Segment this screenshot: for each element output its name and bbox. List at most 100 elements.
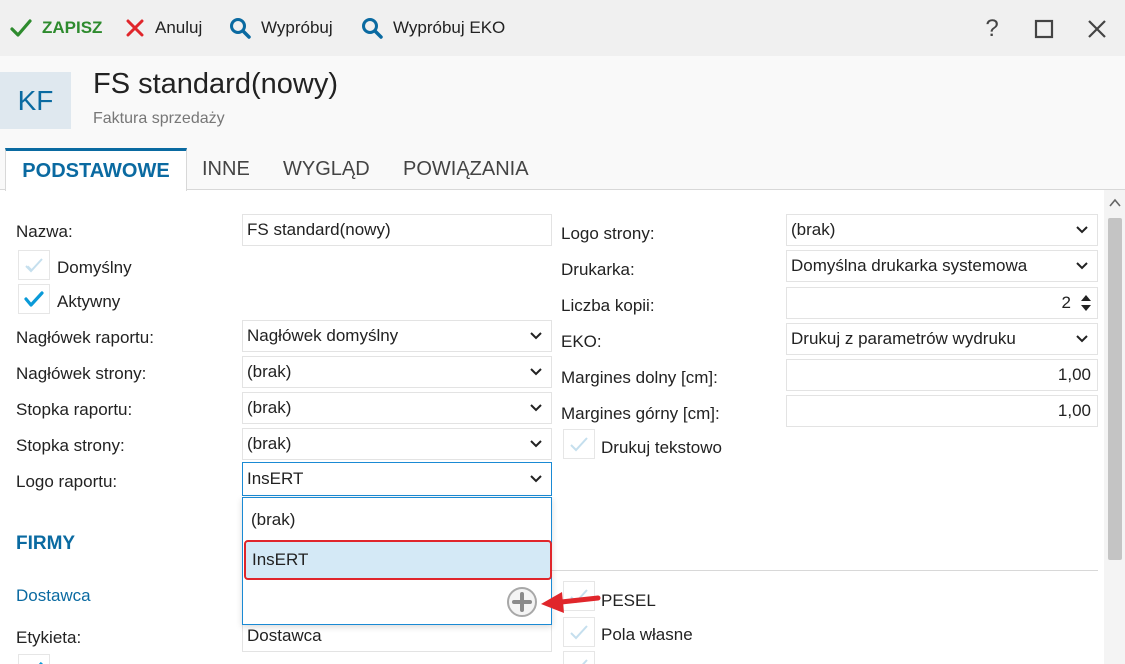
dropdown-option-brak[interactable]: (brak) — [245, 502, 551, 538]
help-button[interactable]: ? — [975, 12, 1009, 46]
margines-gorny-value: 1,00 — [1057, 401, 1091, 420]
chevron-down-icon — [530, 440, 542, 448]
close-window-button[interactable] — [1080, 12, 1114, 46]
drukuj-tekstowo-checkbox[interactable] — [563, 429, 595, 459]
chevron-down-icon — [1076, 262, 1088, 270]
logo-raportu-value: InsERT — [247, 469, 304, 488]
margines-dolny-label: Margines dolny [cm]: — [561, 368, 718, 387]
naglowek-raportu-value: Nagłówek domyślny — [247, 326, 399, 345]
try-eko-button[interactable]: Wypróbuj EKO — [361, 14, 505, 42]
liczba-kopii-label: Liczba kopii: — [561, 296, 655, 315]
page-subtitle: Faktura sprzedaży — [93, 110, 225, 127]
checkmark-icon — [38, 661, 44, 664]
chevron-down-icon — [530, 475, 542, 483]
eko-select[interactable]: Drukuj z parametrów wydruku — [786, 323, 1098, 355]
logo-strony-label: Logo strony: — [561, 224, 655, 243]
logo-raportu-dropdown: (brak) InsERT — [242, 497, 552, 625]
logo-raportu-select[interactable]: InsERT — [242, 462, 552, 496]
chevron-down-icon — [1076, 335, 1088, 343]
checkbox-partial[interactable] — [18, 654, 50, 664]
eko-value: Drukuj z parametrów wydruku — [791, 329, 1016, 348]
logo-strony-value: (brak) — [791, 220, 836, 239]
margines-dolny-value: 1,00 — [1057, 365, 1091, 384]
logo-raportu-label: Logo raportu: — [16, 472, 118, 491]
save-label: ZAPISZ — [42, 18, 103, 37]
pola-wlasne-checkbox[interactable] — [563, 617, 595, 647]
dropdown-option-insert[interactable]: InsERT — [244, 540, 552, 580]
pola-wlasne-label: Pola własne — [601, 625, 693, 644]
naglowek-strony-label: Nagłówek strony: — [16, 364, 147, 383]
maximize-icon — [1034, 19, 1054, 39]
aktywny-checkbox[interactable] — [18, 284, 50, 314]
pesel-checkbox[interactable] — [563, 581, 595, 611]
vertical-scrollbar[interactable] — [1104, 190, 1125, 664]
save-button[interactable]: ZAPISZ — [10, 14, 102, 42]
checkmark-icon — [24, 291, 44, 307]
tab-inne[interactable]: INNE — [194, 148, 258, 190]
maximize-button[interactable] — [1027, 12, 1061, 46]
nazwa-input[interactable]: FS standard(nowy) — [242, 214, 552, 246]
aktywny-label: Aktywny — [57, 292, 121, 311]
naglowek-raportu-select[interactable]: Nagłówek domyślny — [242, 320, 552, 352]
close-icon — [126, 19, 144, 37]
drukuj-tekstowo-label: Drukuj tekstowo — [601, 438, 722, 457]
try-label: Wypróbuj — [261, 18, 333, 37]
toolbar: ZAPISZ Anuluj Wypróbuj Wypróbuj EKO ? — [0, 0, 1125, 56]
margines-gorny-label: Margines górny [cm]: — [561, 404, 720, 423]
scroll-up-icon[interactable] — [1109, 198, 1121, 208]
margines-gorny-input[interactable]: 1,00 — [786, 395, 1098, 427]
add-icon[interactable] — [506, 586, 538, 618]
nazwa-label: Nazwa: — [16, 222, 73, 241]
stopka-raportu-value: (brak) — [247, 398, 292, 417]
section-title-firmy: FIRMY — [16, 533, 76, 554]
checkmark-icon — [570, 437, 588, 452]
domyslny-label: Domyślny — [57, 258, 132, 277]
checkmark-icon — [25, 258, 43, 273]
margines-dolny-input[interactable]: 1,00 — [786, 359, 1098, 391]
try-eko-label: Wypróbuj EKO — [393, 18, 506, 37]
drukarka-select[interactable]: Domyślna drukarka systemowa — [786, 250, 1098, 282]
scrollbar-thumb[interactable] — [1108, 218, 1122, 560]
document-header: KF FS standard(nowy) Faktura sprzedaży — [0, 56, 1125, 148]
drukarka-value: Domyślna drukarka systemowa — [791, 256, 1028, 275]
eko-label: EKO: — [561, 332, 602, 351]
tab-powiazania[interactable]: POWIĄZANIA — [395, 148, 537, 190]
chevron-down-icon — [530, 368, 542, 376]
checkbox-partial-right[interactable] — [563, 651, 595, 664]
domyslny-checkbox[interactable] — [18, 250, 50, 280]
stopka-strony-label: Stopka strony: — [16, 436, 125, 455]
help-icon: ? — [985, 15, 999, 42]
drukarka-label: Drukarka: — [561, 260, 635, 279]
naglowek-strony-select[interactable]: (brak) — [242, 356, 552, 388]
close-icon — [1088, 20, 1106, 38]
stopka-strony-value: (brak) — [247, 434, 292, 453]
checkmark-icon — [570, 589, 588, 604]
chevron-down-icon — [530, 404, 542, 412]
pesel-label: PESEL — [601, 591, 656, 610]
chevron-down-icon — [1076, 226, 1088, 234]
naglowek-raportu-label: Nagłówek raportu: — [16, 328, 154, 347]
checkmark-icon — [10, 19, 32, 37]
naglowek-strony-value: (brak) — [247, 362, 292, 381]
stopka-strony-select[interactable]: (brak) — [242, 428, 552, 460]
search-icon — [362, 18, 383, 39]
liczba-kopii-stepper[interactable]: 2 — [786, 287, 1098, 319]
logo-strony-select[interactable]: (brak) — [786, 214, 1098, 246]
etykieta-label: Etykieta: — [16, 628, 82, 647]
etykieta-value: Dostawca — [247, 626, 322, 645]
stopka-raportu-select[interactable]: (brak) — [242, 392, 552, 424]
liczba-kopii-value: 2 — [1061, 293, 1071, 312]
dostawca-label: Dostawca — [16, 586, 91, 605]
search-icon — [230, 18, 251, 39]
checkmark-icon — [570, 625, 588, 640]
checkmark-icon — [581, 659, 588, 664]
cancel-label: Anuluj — [155, 18, 203, 37]
page-title: FS standard(nowy) — [93, 68, 338, 100]
tab-wyglad[interactable]: WYGLĄD — [275, 148, 378, 190]
spinner-arrows-icon[interactable] — [1079, 291, 1093, 315]
tab-bar: PODSTAWOWE INNE WYGLĄD POWIĄZANIA — [0, 148, 1125, 191]
document-type-badge: KF — [0, 72, 71, 129]
tab-podstawowe[interactable]: PODSTAWOWE — [5, 148, 187, 191]
try-button[interactable]: Wypróbuj — [229, 14, 333, 42]
cancel-button[interactable]: Anuluj — [125, 14, 202, 42]
